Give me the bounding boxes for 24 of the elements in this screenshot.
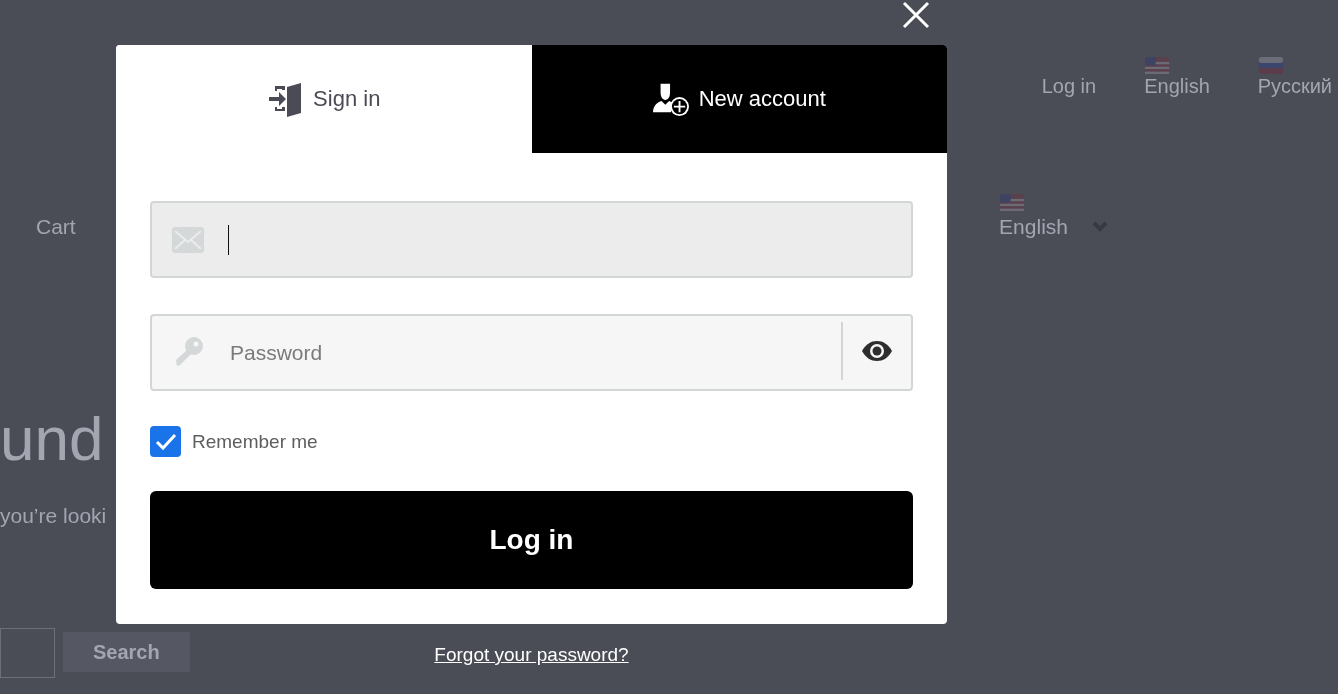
language-menu[interactable]: English — [999, 215, 1068, 239]
password-field[interactable]: Password — [150, 314, 913, 391]
close-icon[interactable] — [902, 1, 930, 29]
search-button[interactable]: Search — [63, 632, 190, 672]
flag-icon — [1257, 57, 1284, 74]
tab[interactable]: New account — [531, 45, 947, 153]
search-field[interactable] — [0, 628, 55, 678]
page-heading: und — [0, 403, 104, 474]
header-link[interactable]: Log in — [1041, 75, 1097, 98]
checkmark-icon — [154, 432, 177, 451]
page-text: you’re looki — [0, 504, 107, 528]
eye-icon — [861, 340, 893, 362]
header-link[interactable]: English — [1144, 75, 1210, 98]
add-user-icon — [652, 81, 689, 117]
email-field[interactable] — [150, 201, 913, 278]
header-link[interactable]: Русский — [1257, 75, 1332, 98]
forgot-password-link[interactable]: Forgot your password? — [434, 644, 629, 665]
flag-icon — [999, 194, 1026, 211]
flag-icon — [1144, 57, 1171, 74]
remember-checkbox[interactable] — [150, 426, 181, 457]
checkbox-label: Remember me — [192, 430, 318, 453]
cart-link[interactable]: Cart — [36, 215, 76, 239]
door-arrow-icon — [267, 81, 304, 117]
login-button[interactable]: Log in — [150, 491, 913, 589]
